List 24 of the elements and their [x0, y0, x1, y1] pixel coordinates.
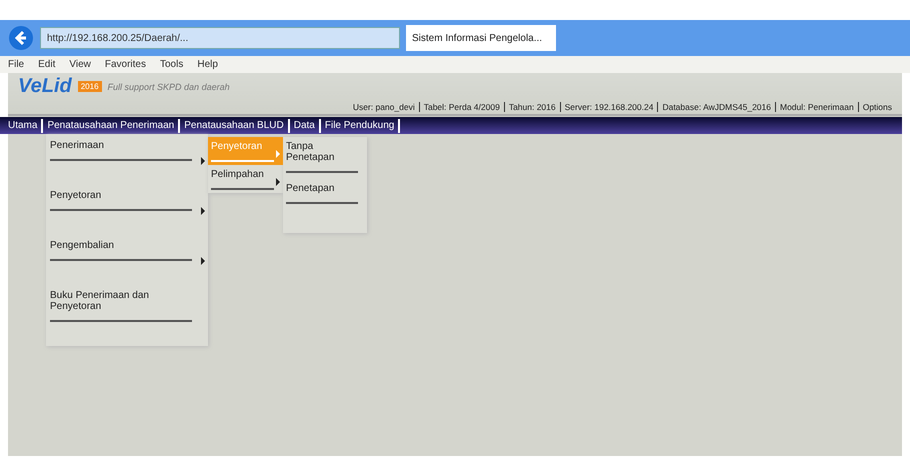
menu-item[interactable]: View — [69, 59, 91, 70]
info-text: User: pano_devi — [348, 102, 420, 112]
logo-badge: 2016 — [78, 81, 102, 92]
menu-item[interactable]: Favorites — [104, 59, 146, 70]
menu-entry[interactable]: Tanpa Penetapan — [283, 137, 367, 179]
menu-item[interactable]: Edit — [38, 59, 56, 70]
menu-item[interactable]: File — [8, 59, 24, 70]
tagline: Full support SKPD dan daerah — [108, 82, 230, 92]
browser-tab[interactable]: Sistem Informasi Pengelola... — [406, 25, 556, 51]
app-logo: VeLid — [18, 75, 72, 98]
info-text: Tabel: Perda 4/2009 — [420, 102, 505, 112]
info-text: Database: AwJDMS45_2016 — [658, 102, 776, 112]
menu-entry[interactable]: Penerimaan — [46, 134, 208, 184]
info-text: Server: 192.168.200.24 — [560, 102, 658, 112]
menu-entry[interactable]: Pengembalian — [46, 234, 208, 284]
address-bar[interactable]: http://192.168.200.25/Daerah/... — [40, 27, 400, 49]
menu-entry[interactable]: Penetapan — [283, 179, 367, 221]
menu-entry[interactable]: Penyetoran — [46, 184, 208, 234]
menu-entry[interactable]: Buku Penerimaan dan Penyetoran — [46, 284, 208, 334]
info-text: Options — [862, 102, 893, 112]
info-text: Modul: Penerimaan — [776, 102, 859, 112]
info-text: Tahun: 2016 — [504, 102, 561, 112]
menu-item[interactable]: Tools — [160, 59, 184, 70]
menu-item[interactable]: Help — [197, 59, 218, 70]
